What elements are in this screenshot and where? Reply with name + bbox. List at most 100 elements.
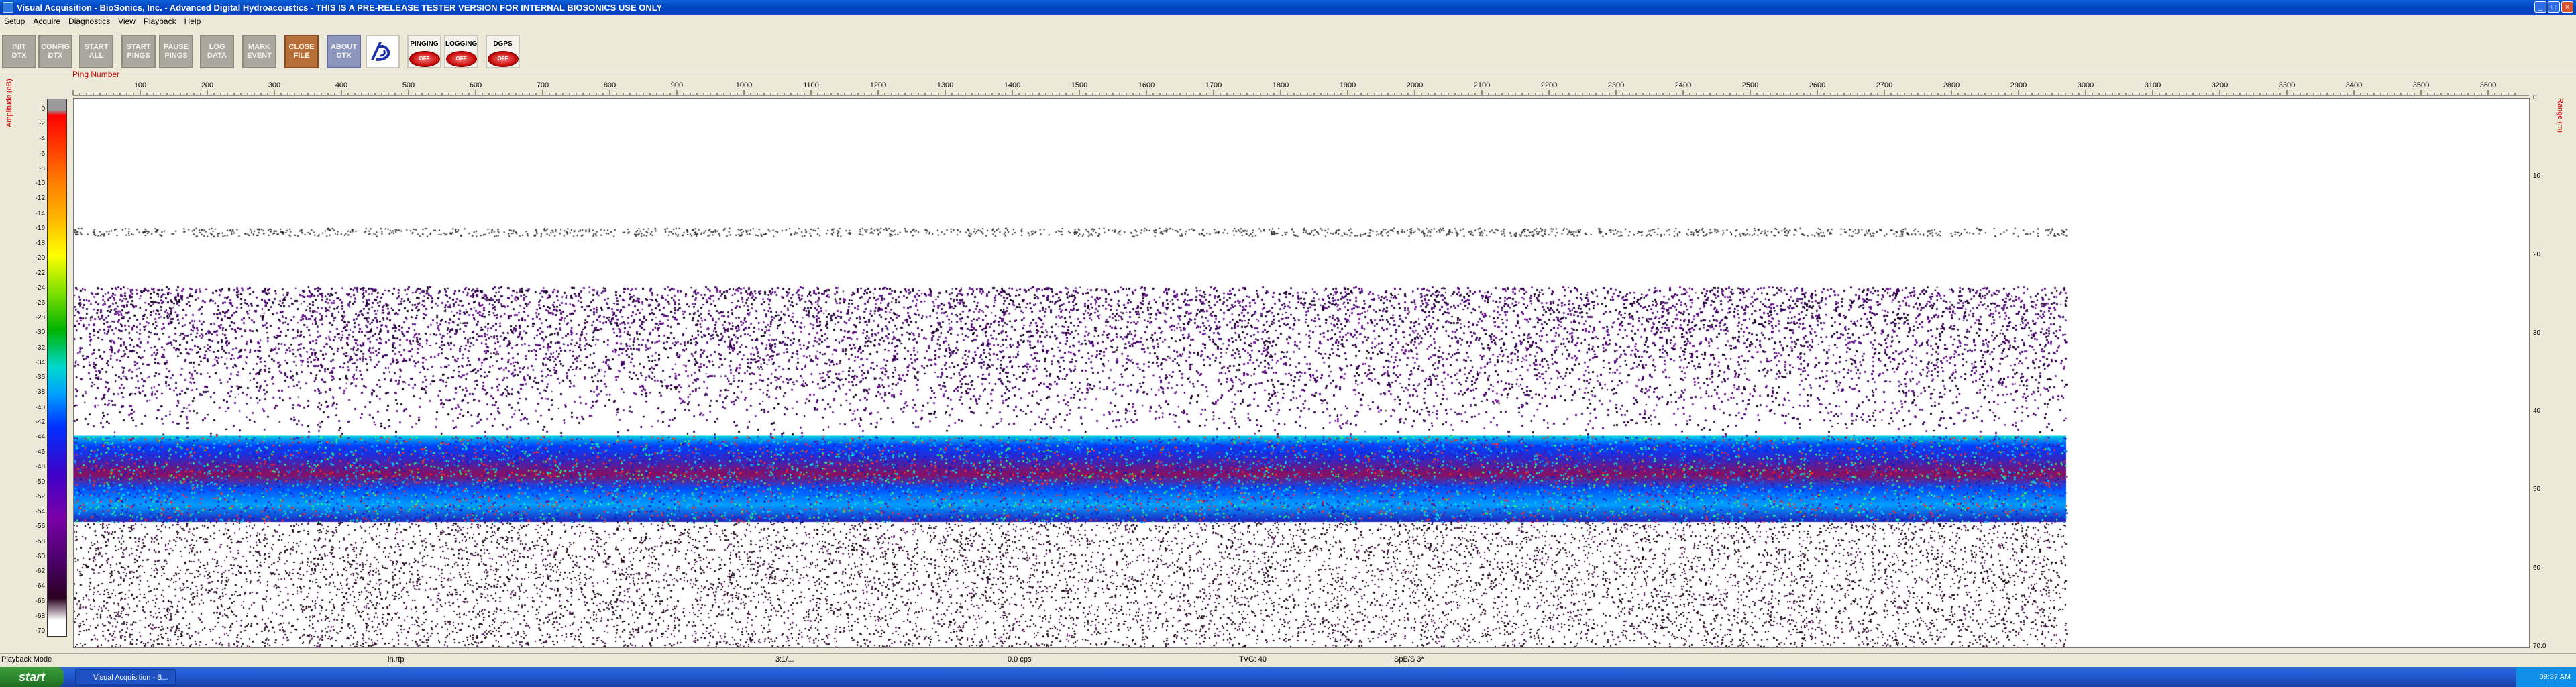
status-bar [0, 653, 2576, 666]
range-tick-label: 30 [2533, 329, 2541, 337]
menu-acquire[interactable]: Acquire [29, 17, 64, 26]
log-data-button[interactable]: LOG DATA [200, 35, 234, 68]
button-label-line2: PINGS [127, 52, 150, 60]
ping-tick-label: 2100 [1474, 81, 1490, 89]
amplitude-scale: 0 -2 -4 -6 -8 -10 -12 -14 -16 -18 -20 -22 -24 -26 -28 -… [27, 99, 47, 635]
amplitude-tick-label: -14 [35, 209, 45, 217]
button-label-line2: EVENT [247, 52, 272, 60]
pause-pings-button[interactable]: PAUSE PINGS [159, 35, 193, 68]
window-title: Visual Acquisition - BioSonics, Inc. - A… [17, 2, 663, 13]
status-time: 3:1/... [775, 655, 794, 664]
ping-tick-label: 1000 [736, 81, 752, 89]
range-tick-label: 40 [2533, 407, 2541, 415]
start-button[interactable]: start [0, 667, 64, 687]
amplitude-tick-label: -20 [35, 254, 45, 262]
ping-tick-label: 1200 [870, 81, 886, 89]
ping-tick-label: 1100 [803, 81, 819, 89]
ping-tick-label: 3200 [2212, 81, 2228, 89]
amplitude-tick-label: -18 [35, 240, 45, 248]
button-label-line2: PINGS [164, 52, 188, 60]
system-tray-clock: 09:37 AM [2516, 667, 2576, 687]
button-label-line2: DATA [207, 52, 227, 60]
taskbar-item-visual-acquisition[interactable]: Visual Acquisition - B... [75, 669, 176, 685]
amplitude-tick-label: -38 [35, 388, 45, 397]
status-mode: Playback Mode [1, 655, 52, 664]
amplitude-tick-label: -4 [39, 135, 45, 143]
button-label-line1: MARK [248, 43, 270, 51]
amplitude-tick-label: -26 [35, 299, 45, 307]
maximize-button[interactable]: □ [2548, 1, 2560, 13]
dgps-indicator: OFF [487, 51, 519, 67]
init-dtx-button[interactable]: INIT DTX [2, 35, 36, 68]
button-label-line1: CONFIG [41, 43, 70, 51]
amplitude-tick-label: -44 [35, 433, 45, 441]
ping-tick-label: 2700 [1876, 81, 1892, 89]
button-label-line2: DTX [48, 52, 63, 60]
button-label-line1: PAUSE [163, 43, 189, 51]
taskbar [0, 667, 2576, 687]
button-label-line2: DTX [11, 52, 27, 60]
amplitude-tick-label: 0 [41, 105, 45, 113]
menu-bar: Setup Acquire Diagnostics View Playback … [0, 15, 2576, 28]
ping-tick-label: 1700 [1205, 81, 1222, 89]
ping-tick-label: 900 [671, 81, 683, 89]
button-label-line2: FILE [293, 52, 310, 60]
ping-tick-label: 3100 [2145, 81, 2161, 89]
amplitude-tick-label: -70 [35, 627, 45, 635]
ping-tick-label: 3400 [2346, 81, 2362, 89]
pinging-indicator: OFF [409, 51, 440, 67]
menu-playback[interactable]: Playback [140, 17, 180, 26]
close-file-button[interactable]: CLOSE FILE [284, 35, 319, 68]
amplitude-tick-label: -50 [35, 478, 45, 486]
amplitude-tick-label: -34 [35, 358, 45, 366]
button-label-line2: DTX [336, 52, 352, 60]
menu-setup[interactable]: Setup [0, 17, 29, 26]
config-dtx-button[interactable]: CONFIG DTX [38, 35, 72, 68]
pinging-status: PINGING OFF [407, 35, 441, 68]
amplitude-tick-label: -36 [35, 374, 45, 382]
amplitude-tick-label: -52 [35, 492, 45, 500]
menu-diagnostics[interactable]: Diagnostics [64, 17, 114, 26]
logging-status: LOGGING OFF [444, 35, 478, 68]
ping-tick-label: 2200 [1541, 81, 1557, 89]
button-label-line1: CLOSE [288, 43, 315, 51]
amplitude-tick-label: -8 [39, 164, 45, 172]
amplitude-tick-label: -54 [35, 508, 45, 516]
ping-tick-label: 1600 [1138, 81, 1155, 89]
amplitude-tick-label: -10 [35, 180, 45, 188]
mark-event-button[interactable]: MARK EVENT [242, 35, 276, 68]
amplitude-tick-label: -24 [35, 284, 45, 292]
amplitude-tick-label: -12 [35, 195, 45, 203]
button-label-line1: INIT [12, 43, 26, 51]
amplitude-tick-label: -66 [35, 597, 45, 605]
amplitude-tick-label: -68 [35, 612, 45, 620]
status-tvg: TVG: 40 [1239, 655, 1267, 664]
menu-help[interactable]: Help [180, 17, 205, 26]
close-button[interactable]: × [2561, 1, 2573, 13]
status-label: LOGGING [445, 40, 478, 48]
ping-tick-label: 800 [604, 81, 616, 89]
logging-indicator: OFF [445, 51, 477, 67]
range-tick-label: 0 [2533, 94, 2537, 101]
echogram-canvas[interactable] [74, 99, 2529, 647]
ping-tick-label: 1900 [1340, 81, 1356, 89]
about-dtx-button[interactable]: ABOUT DTX [327, 35, 361, 68]
ping-tick-label: 600 [470, 81, 482, 89]
start-all-button[interactable]: START ALL [79, 35, 113, 68]
amplitude-tick-label: -40 [35, 403, 45, 411]
status-spb: SpB/S 3* [1394, 655, 1424, 664]
amplitude-tick-label: -42 [35, 418, 45, 426]
button-label-line1: LOG [209, 43, 225, 51]
title-bar[interactable]: Visual Acquisition - BioSonics, Inc. - A… [0, 0, 2576, 15]
amplitude-tick-label: -28 [35, 314, 45, 322]
menu-view[interactable]: View [114, 17, 140, 26]
start-pings-button[interactable]: START PINGS [121, 35, 156, 68]
ping-tick-label: 200 [201, 81, 213, 89]
minimize-button[interactable]: _ [2534, 1, 2546, 13]
range-tick-label: 50 [2533, 486, 2541, 494]
amplitude-tick-label: -2 [39, 120, 45, 128]
amplitude-tick-label: -62 [35, 568, 45, 576]
amplitude-tick-label: -58 [35, 537, 45, 545]
amplitude-tick-label: -60 [35, 552, 45, 560]
echogram-plot[interactable] [73, 98, 2530, 648]
